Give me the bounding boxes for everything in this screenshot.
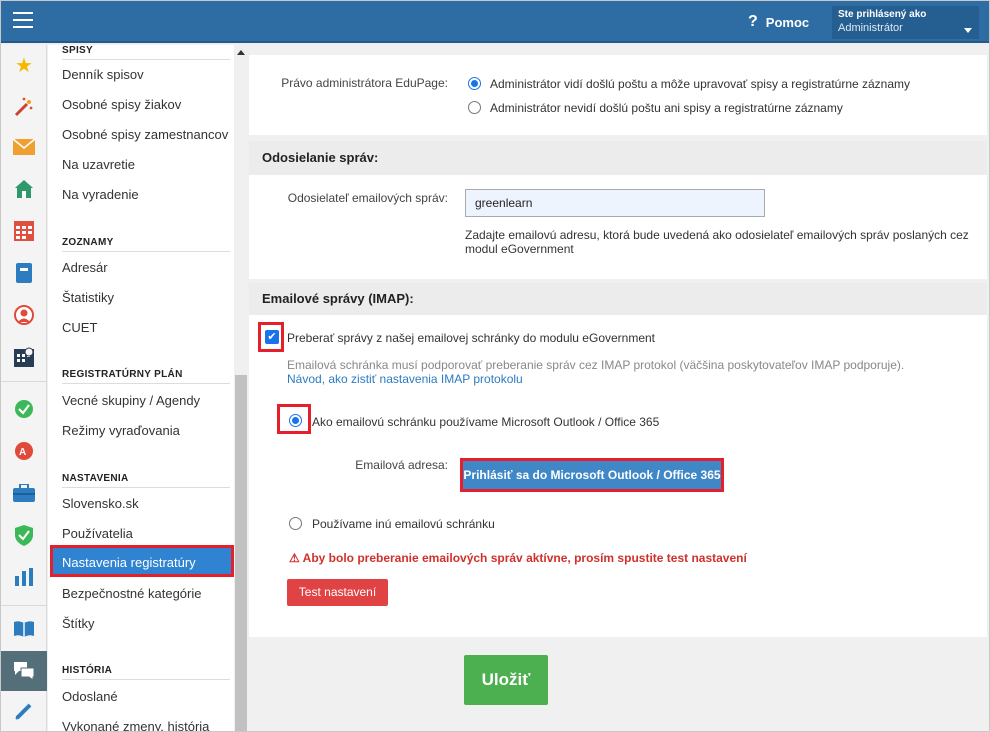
outlook-radio[interactable] (289, 414, 302, 427)
sender-label: Odosielateľ emailových správ: (287, 191, 448, 205)
scroll-thumb[interactable] (235, 375, 247, 731)
calendar-icon[interactable] (1, 213, 47, 249)
microsoft-login-button[interactable]: Prihlásiť sa do Microsoft Outlook / Offi… (460, 458, 724, 492)
scroll-up-icon[interactable] (237, 50, 245, 55)
section-spisy: SPISY (62, 45, 230, 60)
sender-input[interactable]: greenlearn (465, 189, 765, 217)
menu-item-statistiky[interactable]: Štatistiky (62, 290, 232, 305)
other-mailbox-label: Používame inú emailovú schránku (312, 517, 495, 531)
menu-item-stitky[interactable]: Štítky (62, 616, 232, 631)
outlook-radio-label: Ako emailovú schránku používame Microsof… (312, 415, 660, 429)
section-nastavenia: NASTAVENIA (62, 473, 230, 488)
menu-item-bezpecnostne-kategorie[interactable]: Bezpečnostné kategórie (62, 586, 232, 601)
section-zoznamy: ZOZNAMY (62, 237, 230, 252)
menu-item-osobne-spisy-ziakov[interactable]: Osobné spisy žiakov (62, 97, 232, 112)
menu-item-na-vyradenie[interactable]: Na vyradenie (62, 187, 232, 202)
other-mailbox-radio[interactable] (289, 517, 302, 530)
briefcase-icon[interactable] (1, 475, 47, 511)
warning-message: ⚠ Aby bolo preberanie emailových správ a… (289, 551, 747, 565)
admin-rights-option-2: Administrátor nevidí došlú poštu ani spi… (490, 101, 843, 115)
icon-rail: ★ A (1, 45, 47, 731)
home-icon[interactable] (1, 171, 47, 207)
sending-section-heading: Odosielanie správ: (249, 141, 987, 175)
svg-text:A: A (19, 447, 26, 458)
book-icon[interactable] (1, 611, 47, 647)
menu-item-slovensko-sk[interactable]: Slovensko.sk (62, 496, 232, 511)
warning-text: Aby bolo preberanie emailových správ akt… (302, 551, 747, 565)
check-icon[interactable] (1, 391, 47, 427)
grade-icon[interactable]: A (1, 433, 47, 469)
person-icon[interactable] (1, 297, 47, 333)
section-registraturny-plan: REGISTRATÚRNY PLÁN (62, 369, 230, 384)
sender-hint-line1: Zadajte emailovú adresu, ktorá bude uved… (465, 228, 969, 242)
caret-down-icon (964, 28, 972, 33)
left-menu: SPISY Denník spisov Osobné spisy žiakov … (48, 45, 234, 731)
menu-item-osobne-spisy-zamestnancov[interactable]: Osobné spisy zamestnancov (62, 127, 232, 142)
user-caption: Ste prihlásený ako (838, 9, 927, 20)
save-button[interactable]: Uložiť (464, 655, 548, 705)
admin-rights-option-1: Administrátor vidí došlú poštu a môže up… (490, 77, 911, 91)
admin-rights-radio-2[interactable] (468, 101, 481, 114)
menu-item-nastavenia-registratury[interactable]: Nastavenia registratúry (50, 545, 234, 577)
mail-icon[interactable] (1, 129, 47, 165)
menu-item-rezimy-vyradovania[interactable]: Režimy vyraďovania (62, 423, 232, 438)
menu-scrollbar[interactable] (234, 45, 248, 731)
menu-item-na-uzavretie[interactable]: Na uzavretie (62, 157, 232, 172)
schedule-icon[interactable] (1, 339, 47, 375)
section-historia: HISTÓRIA (62, 665, 230, 680)
notebook-icon[interactable] (1, 255, 47, 291)
menu-item-label: Nastavenia registratúry (62, 555, 196, 570)
imap-checkbox-label: Preberať správy z našej emailovej schrán… (287, 331, 656, 345)
pencil-icon[interactable] (1, 693, 47, 729)
star-icon[interactable]: ★ (1, 47, 47, 83)
top-bar: ? Pomoc Ste prihlásený ako Administrátor (1, 1, 989, 43)
hamburger-menu-icon[interactable] (13, 12, 33, 30)
menu-item-dennik-spisov[interactable]: Denník spisov (62, 67, 232, 82)
menu-item-cuet[interactable]: CUET (62, 320, 232, 335)
magic-wand-icon[interactable] (1, 89, 47, 125)
imap-help-link[interactable]: Návod, ako zistiť nastavenia IMAP protok… (287, 372, 523, 386)
help-label: Pomoc (765, 14, 810, 30)
menu-item-vecne-skupiny[interactable]: Vecné skupiny / Agendy (62, 393, 232, 408)
menu-item-adresar[interactable]: Adresár (62, 260, 232, 275)
menu-item-pouzivatelia[interactable]: Používatelia (62, 526, 232, 541)
imap-section-heading: Emailové správy (IMAP): (249, 283, 987, 315)
app-window: ? Pomoc Ste prihlásený ako Administrátor… (0, 0, 990, 732)
admin-rights-radio-1[interactable] (468, 77, 481, 90)
chart-icon[interactable] (1, 559, 47, 595)
menu-item-odoslane[interactable]: Odoslané (62, 689, 232, 704)
warning-icon: ⚠ (289, 551, 300, 565)
imap-note: Emailová schránka musí podporovať preber… (287, 358, 905, 372)
email-address-label: Emailová adresa: (355, 458, 448, 472)
question-icon: ? (748, 13, 758, 30)
sender-hint-line2: modul eGovernment (465, 242, 574, 256)
sending-panel: Odosielateľ emailových správ: greenlearn… (249, 175, 987, 279)
admin-rights-label: Právo administrátora EduPage: (281, 76, 448, 90)
test-settings-button[interactable]: Test nastavení (287, 579, 388, 606)
chat-icon[interactable] (1, 651, 47, 691)
user-name: Administrátor (838, 22, 903, 34)
help-button[interactable]: ? Pomoc (748, 13, 809, 31)
user-dropdown[interactable]: Ste prihlásený ako Administrátor (832, 6, 979, 39)
menu-item-vykonane-zmeny[interactable]: Vykonané zmeny, história (62, 719, 232, 731)
imap-checkbox[interactable]: ✔ (265, 330, 279, 344)
main-content: Právo administrátora EduPage: Administrá… (249, 45, 989, 731)
admin-rights-panel: Právo administrátora EduPage: Administrá… (249, 55, 987, 135)
shield-icon[interactable] (1, 517, 47, 553)
